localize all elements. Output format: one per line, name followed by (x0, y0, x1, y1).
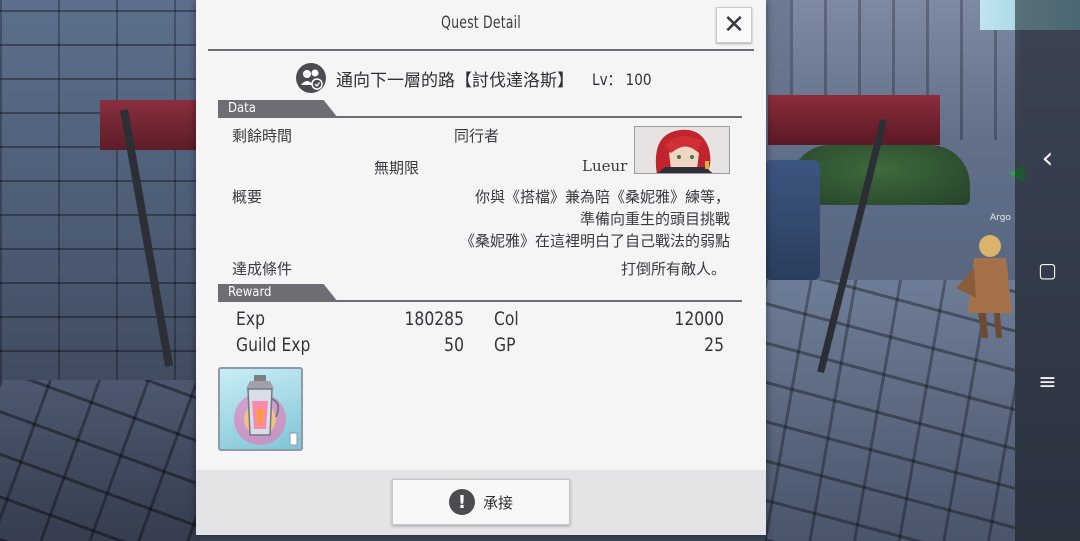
time-remaining-value: 無期限 (374, 159, 420, 177)
summary-label: 概要 (232, 188, 263, 206)
condition-label: 達成條件 (232, 260, 293, 278)
exp-label: Exp (236, 308, 265, 330)
gp-label: GP (494, 334, 516, 356)
col-value: 12000 (674, 308, 724, 330)
reward-item-card[interactable] (218, 367, 303, 451)
awning-right (768, 95, 940, 145)
summary-line-1: 你與《搭檔》兼為陪《桑妮雅》練等， (474, 188, 730, 206)
awning-left (100, 100, 200, 150)
npc-name-label: Argo (990, 213, 1011, 223)
back-button[interactable]: ‹ (1015, 138, 1080, 178)
party-icon (296, 63, 326, 93)
lantern-potion-icon (234, 375, 298, 446)
system-nav-bar: ‹ ▢ ≡ (1015, 0, 1080, 541)
companion-portrait[interactable] (634, 126, 730, 174)
condition-value: 打倒所有敵人。 (620, 260, 726, 278)
companion-name: Lueur (582, 157, 628, 175)
data-section-divider (218, 116, 742, 118)
exclamation-icon: ! (448, 489, 475, 515)
col-label: Col (494, 308, 519, 330)
cobblestone-street-left (0, 380, 200, 541)
close-button[interactable]: ✕ (716, 7, 752, 43)
accept-label: 承接 (482, 493, 513, 512)
title-divider (208, 49, 754, 51)
quest-header: 通向下一層的路【討伐達洛斯】 Lv： 100 (296, 62, 662, 94)
quest-level: Lv： 100 (592, 70, 652, 89)
quest-name: 通向下一層的路【討伐達洛斯】 (336, 70, 574, 91)
exp-value: 180285 (404, 308, 464, 330)
gp-value: 25 (704, 334, 724, 356)
companion-label: 同行者 (454, 127, 500, 145)
accept-quest-button[interactable]: ! 承接 (392, 479, 570, 525)
recents-button[interactable]: ≡ (1015, 362, 1080, 402)
dialog-body: Quest Detail ✕ 通向下一層的路【討伐達洛斯】 Lv： 100 Da… (196, 0, 766, 470)
dialog-title: Quest Detail (441, 13, 521, 33)
summary-line-3: 《桑妮雅》在這裡明白了自己戰法的弱點 (459, 232, 730, 250)
dialog-footer: ! 承接 (196, 470, 766, 535)
guild-exp-value: 50 (444, 334, 464, 356)
summary-line-2: 準備向重生的頭目挑戰 (579, 210, 730, 228)
quest-detail-dialog: Quest Detail ✕ 通向下一層的路【討伐達洛斯】 Lv： 100 Da… (196, 0, 766, 535)
npc-character[interactable] (952, 228, 1012, 338)
home-button[interactable]: ▢ (1015, 250, 1080, 290)
time-remaining-label: 剩餘時間 (232, 127, 293, 145)
reward-section-divider (218, 300, 742, 302)
guild-exp-label: Guild Exp (236, 334, 311, 356)
notice-kiosk (765, 160, 820, 280)
